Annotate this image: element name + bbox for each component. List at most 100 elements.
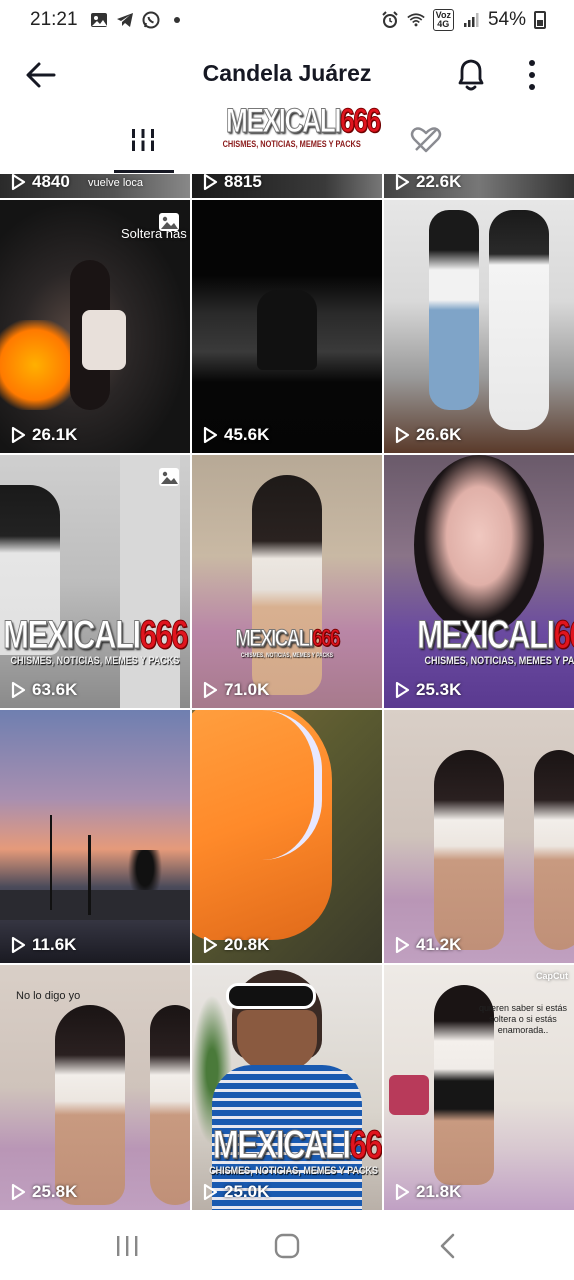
- play-icon: [395, 426, 410, 444]
- wifi-icon: [406, 12, 425, 28]
- view-count-text: 11.6K: [32, 935, 77, 954]
- bell-icon: [458, 59, 484, 91]
- back-nav-icon: [440, 1233, 455, 1259]
- watermark-number: 666: [340, 102, 382, 140]
- view-count: 71.0K: [202, 680, 269, 700]
- telegram-icon: [116, 12, 134, 28]
- play-icon: [395, 1183, 410, 1201]
- video-overlay-text: quieren saber si estás soltera o si está…: [478, 1003, 568, 1035]
- video-thumbnail[interactable]: No lo digo yo 25.8K: [0, 965, 190, 1210]
- whatsapp-icon: [142, 11, 160, 29]
- play-icon: [395, 681, 410, 699]
- watermark-main: MEXICALI: [235, 625, 314, 652]
- view-count: 22.6K: [394, 174, 461, 192]
- watermark-main: MEXICALI: [417, 613, 556, 657]
- view-count: 20.8K: [202, 935, 269, 955]
- watermark-subtitle: CHISMES, NOTICIAS, MEMES Y PACKS: [240, 653, 334, 659]
- hidden-heart-icon: [410, 127, 441, 153]
- watermark-subtitle: CHISMES, NOTICIAS, MEMES Y PACKS: [10, 655, 180, 667]
- play-icon: [203, 1183, 218, 1201]
- back-button[interactable]: [22, 56, 60, 94]
- alarm-icon: [381, 11, 399, 28]
- grid-lines-icon: [131, 129, 155, 151]
- play-icon: [11, 426, 26, 444]
- recent-apps-icon: [117, 1236, 138, 1256]
- arrow-left-icon: [26, 62, 56, 88]
- gallery-icon: [90, 12, 108, 28]
- watermark-title: MEXICALI666: [225, 102, 381, 140]
- video-thumbnail[interactable]: vuelve loca 4840: [0, 174, 190, 198]
- view-count-text: 21.8K: [416, 1182, 462, 1201]
- battery-percent: 54%: [487, 9, 526, 30]
- video-watermark: MEXICALI666 CHISMES, NOTICIAS, MEMES Y P…: [192, 1123, 382, 1177]
- view-count-text: 26.6K: [416, 425, 462, 444]
- watermark-main: MEXICALI: [3, 613, 142, 657]
- view-count: 21.8K: [394, 1182, 461, 1202]
- clock: 21:21: [30, 9, 78, 30]
- video-thumbnail[interactable]: MEXICALI666 CHISMES, NOTICIAS, MEMES Y P…: [0, 455, 190, 708]
- view-count: 25.3K: [394, 680, 461, 700]
- play-icon: [203, 426, 218, 444]
- watermark-number: 666: [312, 625, 341, 652]
- view-count-text: 63.6K: [32, 680, 78, 699]
- play-icon: [11, 936, 26, 954]
- video-watermark: MEXICALI666 CHISMES, NOTICIAS, MEMES Y P…: [0, 613, 190, 667]
- watermark-main: MEXICALI: [225, 102, 342, 140]
- watermark-subtitle: CHISMES, NOTICIAS, MEMES Y PACKS: [209, 1165, 379, 1177]
- play-icon: [11, 174, 26, 191]
- more-options-button[interactable]: [520, 54, 544, 96]
- volte-badge-bottom: 4G: [437, 19, 450, 29]
- notifications-button[interactable]: [452, 54, 490, 94]
- video-thumbnail[interactable]: 20.8K: [192, 710, 382, 963]
- video-thumbnail[interactable]: MEXICALI666 CHISMES, NOTICIAS, MEMES Y P…: [192, 455, 382, 708]
- video-overlay-text: vuelve loca: [88, 177, 144, 189]
- video-thumbnail[interactable]: 22.6K: [384, 174, 574, 198]
- view-count-text: 22.6K: [416, 174, 462, 191]
- watermark-subtitle: CHISMES, NOTICIAS, MEMES Y PACKS: [424, 655, 574, 667]
- video-thumbnail[interactable]: Soltera has 26.1K: [0, 200, 190, 453]
- play-icon: [395, 174, 410, 191]
- view-count-text: 45.6K: [224, 425, 270, 444]
- video-thumbnail[interactable]: 8815: [192, 174, 382, 198]
- volte-badge: Voz 4G: [432, 9, 454, 31]
- video-thumbnail[interactable]: 11.6K: [0, 710, 190, 963]
- view-count-text: 8815: [224, 174, 262, 191]
- back-nav-button[interactable]: [428, 1228, 468, 1264]
- view-count-text: 25.8K: [32, 1182, 78, 1201]
- watermark-number: 666: [553, 613, 574, 657]
- active-tab-indicator: [114, 170, 174, 173]
- video-thumbnail[interactable]: 26.6K: [384, 200, 574, 453]
- play-icon: [11, 681, 26, 699]
- video-thumbnail[interactable]: quieren saber si estás soltera o si está…: [384, 965, 574, 1210]
- status-bar: 21:21 Voz 4G 54%: [0, 0, 574, 40]
- play-icon: [203, 681, 218, 699]
- view-count: 8815: [202, 174, 262, 192]
- video-thumbnail[interactable]: MEXICALI666 CHISMES, NOTICIAS, MEMES Y P…: [384, 455, 574, 708]
- view-count-text: 20.8K: [224, 935, 270, 954]
- view-count: 25.8K: [10, 1182, 77, 1202]
- view-count: 63.6K: [10, 680, 77, 700]
- view-count-text: 25.0K: [224, 1182, 270, 1201]
- home-button[interactable]: [267, 1228, 307, 1264]
- view-count-text: 41.2K: [416, 935, 462, 954]
- view-count: 4840: [10, 174, 70, 192]
- view-count: 26.6K: [394, 425, 461, 445]
- video-watermark: MEXICALI666 CHISMES, NOTICIAS, MEMES Y P…: [384, 613, 574, 667]
- view-count: 25.0K: [202, 1182, 269, 1202]
- view-count: 41.2K: [394, 935, 461, 955]
- view-count: 45.6K: [202, 425, 269, 445]
- video-thumbnail[interactable]: 41.2K: [384, 710, 574, 963]
- system-navbar: [0, 1210, 574, 1280]
- watermark-number: 666: [139, 613, 189, 657]
- view-count-text: 71.0K: [224, 680, 270, 699]
- battery-icon: [534, 11, 546, 29]
- video-thumbnail[interactable]: 45.6K: [192, 200, 382, 453]
- more-vertical-icon: [529, 60, 535, 90]
- recent-apps-button[interactable]: [107, 1228, 147, 1264]
- capcut-brand: CapCut: [536, 971, 568, 981]
- play-icon: [203, 174, 218, 191]
- video-thumbnail[interactable]: MEXICALI666 CHISMES, NOTICIAS, MEMES Y P…: [192, 965, 382, 1210]
- watermark-overlay: MEXICALI666 CHISMES, NOTICIAS, MEMES Y P…: [208, 102, 382, 154]
- profile-header: Candela Juárez: [0, 44, 574, 106]
- watermark-main: MEXICALI: [212, 1123, 352, 1167]
